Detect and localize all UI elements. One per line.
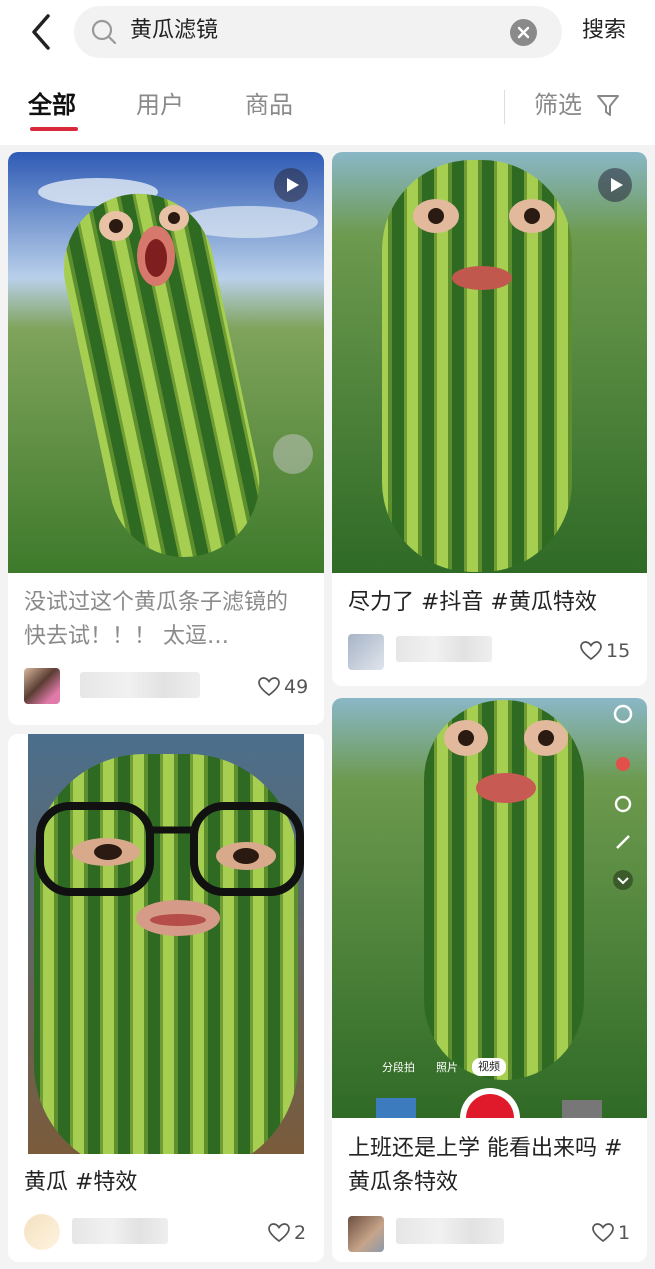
tab-divider [504, 90, 505, 124]
video-thumbnail [8, 152, 324, 573]
card-caption: 尽力了 #抖音 #黄瓜特效 [348, 590, 597, 615]
feed-card-2[interactable]: 尽力了 #抖音 #黄瓜特效 15 [332, 152, 647, 686]
filter-label: 筛选 [534, 91, 582, 119]
card-caption: 没试过这个黄瓜条子滤镜的 快去试！！！ 太逗… [24, 590, 289, 649]
avatar[interactable] [24, 1214, 60, 1250]
expand-icon [613, 870, 633, 890]
search-button[interactable]: 搜索 [582, 16, 626, 46]
heart-icon [580, 641, 602, 661]
feed-card-4[interactable]: 分段拍 照片 视频 上班还是上学 能看出来吗 #黄瓜条特效 1 [332, 698, 647, 1262]
avatar[interactable] [348, 1216, 384, 1252]
active-tab-indicator [30, 127, 78, 131]
like-count[interactable]: 49 [258, 674, 308, 700]
play-icon [598, 168, 632, 202]
feed-card-1[interactable]: 没试过这个黄瓜条子滤镜的 快去试！！！ 太逗… 49 [8, 152, 324, 725]
image-thumbnail [28, 734, 304, 1154]
back-arrow-icon[interactable] [24, 10, 64, 54]
avatar[interactable] [24, 668, 60, 704]
author-name-blurred[interactable] [396, 1218, 504, 1244]
camera-mode-photo: 照片 [436, 1061, 458, 1074]
tab-all[interactable]: 全部 [28, 88, 76, 122]
like-count[interactable]: 15 [580, 638, 630, 664]
heart-icon [258, 677, 280, 697]
card-caption: 上班还是上学 能看出来吗 #黄瓜条特效 [348, 1136, 623, 1195]
search-input[interactable]: 黄瓜滤镜 [130, 16, 218, 46]
filter-button[interactable]: 筛选 [534, 88, 619, 122]
funnel-icon [597, 95, 619, 116]
clear-icon[interactable] [510, 19, 537, 46]
heart-icon [592, 1223, 614, 1243]
feed-card-3[interactable]: 黄瓜 #特效 2 [8, 734, 324, 1262]
author-name-blurred[interactable] [396, 636, 492, 662]
camera-mode-video: 视频 [472, 1058, 506, 1076]
mic-off-icon [616, 757, 630, 771]
play-icon [274, 168, 308, 202]
author-name-blurred[interactable] [80, 672, 200, 698]
author-name-blurred[interactable] [72, 1218, 168, 1244]
like-count[interactable]: 1 [592, 1220, 630, 1246]
top-bar: 黄瓜滤镜 搜索 全部 用户 商品 筛选 [0, 0, 655, 145]
camera-screenshot-thumbnail [332, 698, 647, 1118]
search-box[interactable]: 黄瓜滤镜 [74, 6, 562, 58]
search-icon [91, 19, 117, 45]
tab-users[interactable]: 用户 [136, 88, 184, 122]
like-count[interactable]: 2 [268, 1220, 306, 1246]
video-thumbnail [332, 152, 647, 573]
camera-mode-segment: 分段拍 [382, 1061, 415, 1074]
card-caption: 黄瓜 #特效 [24, 1170, 138, 1195]
avatar[interactable] [348, 634, 384, 670]
tab-products[interactable]: 商品 [245, 88, 293, 122]
heart-icon [268, 1223, 290, 1243]
